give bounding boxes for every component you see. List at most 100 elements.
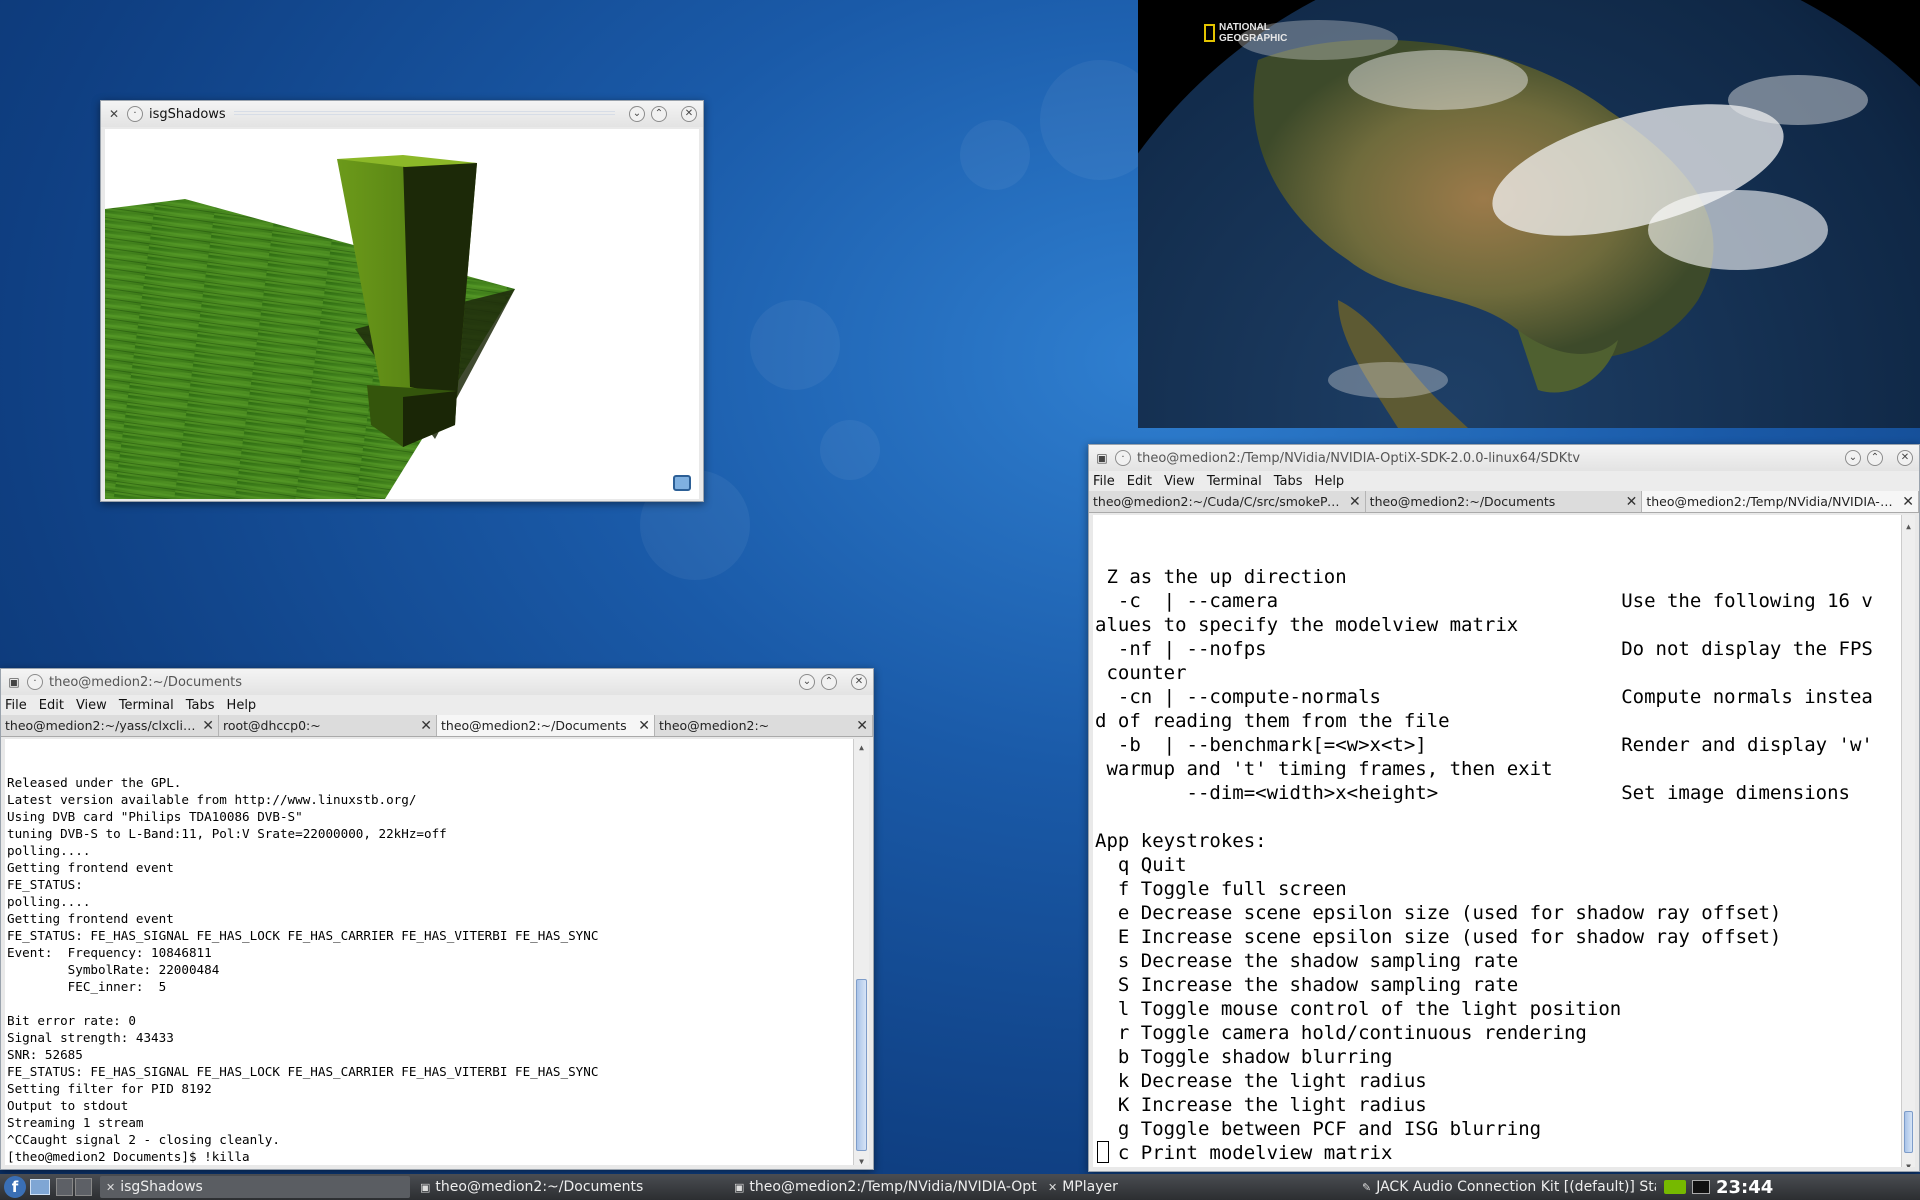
menu-terminal[interactable]: Terminal — [119, 698, 174, 713]
minimize-button[interactable]: ⌄ — [799, 674, 815, 690]
terminal-scrollbar[interactable]: ▲ ▼ — [853, 739, 869, 1165]
tab-close-icon[interactable]: ✕ — [420, 718, 432, 734]
tab-close-icon[interactable]: ✕ — [202, 718, 214, 734]
sticky-button[interactable]: · — [27, 674, 43, 690]
terminal-line: S Increase the shadow sampling rate — [1095, 974, 1519, 996]
terminal-line: FE_STATUS: — [7, 877, 83, 892]
terminal-line: Output to stdout — [7, 1098, 129, 1113]
terminal-lines: Z as the up direction -c | --camera Use … — [1095, 565, 1913, 1165]
scrollbar-thumb[interactable] — [1904, 1111, 1913, 1153]
menu-view[interactable]: View — [1164, 474, 1195, 489]
menu-file[interactable]: File — [5, 698, 27, 713]
task-mplayer[interactable]: ✕ MPlayer — [1042, 1176, 1352, 1198]
menu-edit[interactable]: Edit — [39, 698, 64, 713]
tab-close-icon[interactable]: ✕ — [1902, 494, 1914, 510]
menu-help[interactable]: Help — [227, 698, 257, 713]
tab-optix-sdk[interactable]: theo@medion2:/Temp/NVidia/NVIDIA-O... ✕ — [1642, 491, 1920, 512]
terminal-line: Released under the GPL. — [7, 775, 182, 790]
terminal-line: Streaming 1 stream — [7, 1115, 144, 1130]
app-menu-icon[interactable]: ✕ — [107, 107, 121, 121]
close-button[interactable]: ✕ — [1897, 450, 1913, 466]
pager-icon[interactable] — [56, 1178, 92, 1196]
tab-root-dhccp0[interactable]: root@dhccp0:~ ✕ — [219, 715, 437, 736]
clock[interactable]: 23:44 — [1716, 1177, 1773, 1198]
terminal-line: FE_STATUS: FE_HAS_SIGNAL FE_HAS_LOCK FE_… — [7, 1064, 599, 1079]
terminal-line: q Quit — [1095, 854, 1187, 876]
nvidia-tray-icon[interactable] — [1664, 1180, 1686, 1194]
mplayer-video-window[interactable]: NATIONAL GEOGRAPHIC — [1138, 0, 1920, 428]
fedora-menu-icon[interactable]: f — [4, 1176, 26, 1198]
scroll-up-icon[interactable]: ▲ — [854, 739, 869, 752]
app-icon: ✕ — [1048, 1180, 1058, 1194]
window-title: isgShadows — [149, 106, 226, 122]
show-desktop-icon[interactable] — [30, 1179, 50, 1195]
scroll-down-icon[interactable]: ▼ — [1902, 1155, 1915, 1167]
close-button[interactable]: ✕ — [851, 674, 867, 690]
terminal-line: Z as the up direction — [1095, 566, 1347, 588]
close-button[interactable]: ✕ — [681, 106, 697, 122]
sticky-button[interactable]: · — [1115, 450, 1131, 466]
terminal-left-titlebar[interactable]: ▣ · theo@medion2:~/Documents ⌄ ⌃ ✕ — [1, 669, 873, 695]
isgshadows-titlebar[interactable]: ✕ · isgShadows ⌄ ⌃ ✕ — [101, 101, 703, 127]
earth-video-frame — [1138, 0, 1920, 428]
tab-label: theo@medion2:~/Documents — [441, 718, 627, 733]
terminal-line: Setting filter for PID 8192 — [7, 1081, 212, 1096]
terminal-line: FE_STATUS: FE_HAS_SIGNAL FE_HAS_LOCK FE_… — [7, 928, 599, 943]
terminal-scrollbar[interactable]: ▲ ▼ — [1901, 515, 1915, 1167]
task-terminal-documents[interactable]: ▣ theo@medion2:~/Documents — [414, 1176, 724, 1198]
terminal-line: d of reading them from the file — [1095, 710, 1450, 732]
task-jack[interactable]: ✎ JACK Audio Connection Kit [(default)] S… — [1356, 1176, 1656, 1198]
terminal-line: Event: Frequency: 10846811 — [7, 945, 212, 960]
tab-documents[interactable]: theo@medion2:~/Documents ✕ — [1366, 491, 1643, 512]
render-viewport[interactable] — [105, 129, 699, 499]
menu-tabs[interactable]: Tabs — [1274, 474, 1303, 489]
menu-tabs[interactable]: Tabs — [186, 698, 215, 713]
tab-close-icon[interactable]: ✕ — [638, 718, 650, 734]
task-label: MPlayer — [1062, 1179, 1118, 1195]
tab-label: theo@medion2:/Temp/NVidia/NVIDIA-O... — [1646, 494, 1899, 509]
tab-cuda[interactable]: theo@medion2:~/Cuda/C/src/smokePar... ✕ — [1089, 491, 1366, 512]
tab-close-icon[interactable]: ✕ — [856, 718, 868, 734]
menu-terminal[interactable]: Terminal — [1207, 474, 1262, 489]
terminal-line: -cn | --compute-normals Compute normals … — [1095, 686, 1873, 708]
maximize-button[interactable]: ⌃ — [821, 674, 837, 690]
tab-yass[interactable]: theo@medion2:~/yass/clxclie... ✕ — [1, 715, 219, 736]
terminal-line: [theo@medion2 Documents]$ !killa — [7, 1149, 250, 1164]
menu-view[interactable]: View — [76, 698, 107, 713]
tab-close-icon[interactable]: ✕ — [1626, 494, 1638, 510]
task-terminal-optix[interactable]: ▣ theo@medion2:/Temp/NVidia/NVIDIA-Opt — [728, 1176, 1038, 1198]
maximize-button[interactable]: ⌃ — [651, 106, 667, 122]
terminal-icon[interactable]: ▣ — [1095, 451, 1109, 465]
terminal-tray-icon[interactable] — [1692, 1180, 1710, 1194]
terminal-line: counter — [1095, 662, 1187, 684]
terminal-line: tuning DVB-S to L-Band:11, Pol:V Srate=2… — [7, 826, 447, 841]
terminal-icon[interactable]: ▣ — [7, 675, 21, 689]
menu-file[interactable]: File — [1093, 474, 1115, 489]
terminal-line: SymbolRate: 22000484 — [7, 962, 220, 977]
terminal-right-titlebar[interactable]: ▣ · theo@medion2:/Temp/NVidia/NVIDIA-Opt… — [1089, 445, 1919, 471]
scrollbar-thumb[interactable] — [856, 979, 867, 1151]
isgshadows-window[interactable]: ✕ · isgShadows ⌄ ⌃ ✕ — [100, 100, 704, 502]
tab-home[interactable]: theo@medion2:~ ✕ — [655, 715, 873, 736]
scroll-down-icon[interactable]: ▼ — [854, 1153, 869, 1165]
minimize-button[interactable]: ⌄ — [1845, 450, 1861, 466]
sticky-button[interactable]: · — [127, 106, 143, 122]
terminal-optix-window[interactable]: ▣ · theo@medion2:/Temp/NVidia/NVIDIA-Opt… — [1088, 444, 1920, 1172]
menu-help[interactable]: Help — [1315, 474, 1345, 489]
scroll-up-icon[interactable]: ▲ — [1902, 515, 1915, 531]
screenshot-icon[interactable] — [673, 475, 691, 491]
terminal-documents-window[interactable]: ▣ · theo@medion2:~/Documents ⌄ ⌃ ✕ File … — [0, 668, 874, 1170]
terminal-output[interactable]: Z as the up direction -c | --camera Use … — [1093, 515, 1915, 1167]
tab-close-icon[interactable]: ✕ — [1349, 494, 1361, 510]
tab-documents[interactable]: theo@medion2:~/Documents ✕ — [437, 715, 655, 736]
maximize-button[interactable]: ⌃ — [1867, 450, 1883, 466]
terminal-output[interactable]: Released under the GPL. Latest version av… — [5, 739, 869, 1165]
task-isgshadows[interactable]: ✕ isgShadows — [100, 1176, 410, 1198]
titlebar-grip — [233, 111, 615, 117]
minimize-button[interactable]: ⌄ — [629, 106, 645, 122]
window-title: theo@medion2:/Temp/NVidia/NVIDIA-OptiX-S… — [1137, 450, 1581, 466]
terminal-line: ^CCaught signal 2 - closing cleanly. — [7, 1132, 280, 1147]
terminal-line: -b | --benchmark[=<w>x<t>] Render and di… — [1095, 734, 1873, 756]
menu-edit[interactable]: Edit — [1127, 474, 1152, 489]
task-label: theo@medion2:~/Documents — [435, 1179, 644, 1195]
